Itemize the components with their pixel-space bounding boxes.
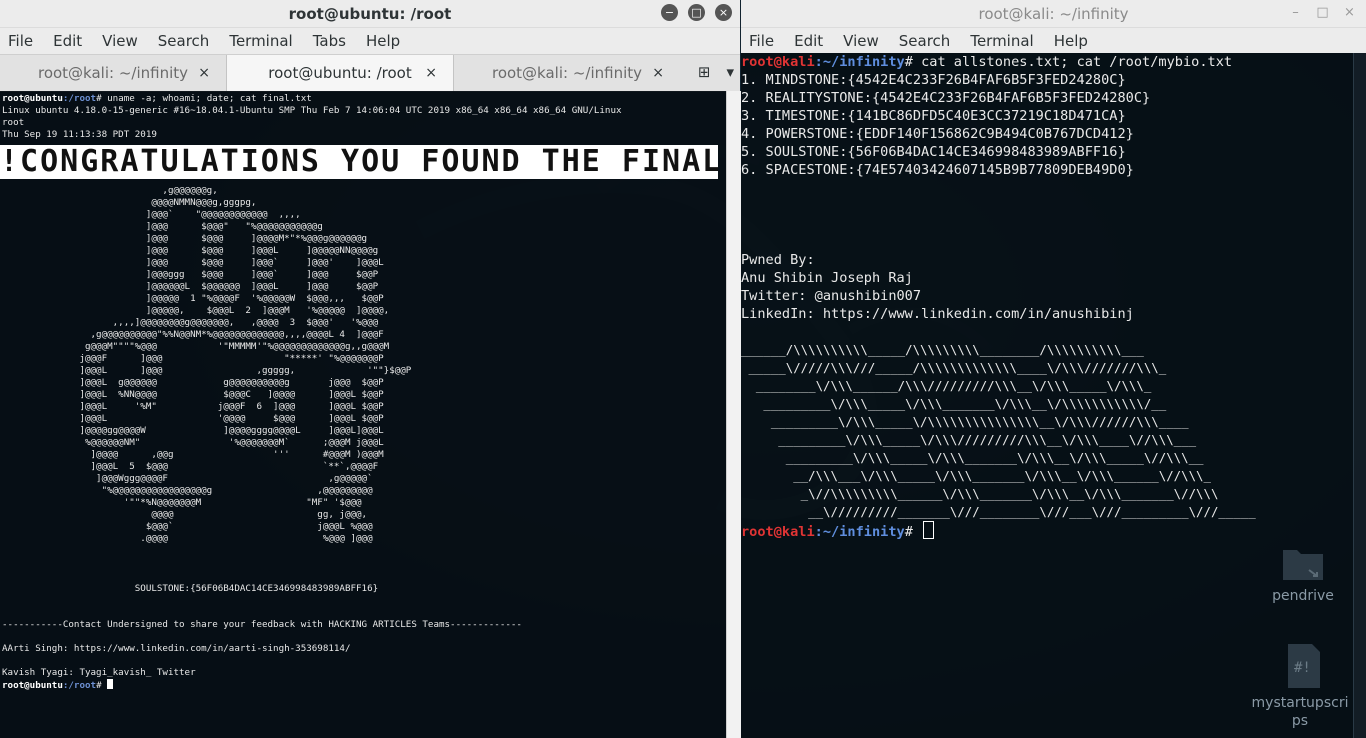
icon-label: pendrive: [1272, 588, 1334, 604]
uname-output: Linux ubuntu 4.18.0-15-generic #16~18.04…: [2, 105, 622, 116]
terminal-window-kali[interactable]: root@kali: ~/infinity – □ × File Edit Vi…: [741, 0, 1366, 53]
tab-ubuntu[interactable]: root@ubuntu: /root ×: [226, 55, 454, 91]
tab-kali-1[interactable]: root@kali: ~/infinity ×: [0, 55, 226, 91]
terminal-text: root@ubuntu:/root# uname -a; whoami; dat…: [0, 91, 726, 141]
bio-line: Pwned By:: [741, 252, 815, 268]
close-button[interactable]: ×: [715, 4, 732, 21]
close-icon[interactable]: ×: [425, 65, 437, 81]
bio-line: Twitter: @anushibin007: [741, 288, 922, 304]
prompt-end: #: [904, 524, 922, 540]
script-icon: #!: [1288, 644, 1320, 688]
maximize-button[interactable]: □: [688, 4, 705, 21]
close-icon[interactable]: ×: [652, 65, 664, 81]
stone-line: 4. POWERSTONE:{EDDF140F156862C9B494C0B76…: [741, 126, 1134, 142]
window-title: root@kali: ~/infinity: [978, 4, 1129, 23]
stone-line: 6. SPACESTONE:{74E57403424607145B9B77809…: [741, 162, 1134, 178]
new-tab-icon[interactable]: ⊞: [698, 63, 711, 81]
prompt-path: :/root: [62, 93, 97, 104]
scrollbar[interactable]: [726, 91, 741, 738]
scrollbar[interactable]: [1353, 53, 1366, 738]
prompt-user: root@ubuntu: [2, 680, 63, 691]
maximize-button[interactable]: □: [1314, 4, 1331, 21]
prompt-user: root@kali: [741, 524, 815, 540]
menu-edit[interactable]: Edit: [53, 32, 82, 50]
stone-line: 5. SOULSTONE:{56F06B4DAC14CE346998483989…: [741, 144, 1126, 160]
bio-line: Anu Shibin Joseph Raj: [741, 270, 913, 286]
terminal-text: root@kali:~/infinity# cat allstones.txt;…: [741, 53, 1353, 323]
desktop-icon-pendrive[interactable]: pendrive: [1248, 540, 1358, 604]
stone-line: 1. MINDSTONE:{4542E4C233F26B4FAF6B5F3FED…: [741, 72, 1126, 88]
tab-label: root@kali: ~/infinity: [491, 64, 643, 82]
close-icon[interactable]: ×: [198, 65, 210, 81]
window-title: root@ubuntu: /root: [288, 4, 452, 23]
prompt-user: root@ubuntu: [2, 93, 63, 104]
menu-view[interactable]: View: [102, 32, 138, 50]
minimize-button[interactable]: −: [661, 4, 678, 21]
command-text: # cat allstones.txt; cat /root/mybio.txt: [904, 54, 1233, 70]
menu-terminal[interactable]: Terminal: [970, 32, 1033, 50]
tab-label: root@ubuntu: /root: [268, 64, 412, 82]
terminal-output-kali[interactable]: root@kali:~/infinity# cat allstones.txt;…: [741, 53, 1353, 738]
prompt-path: :~/infinity: [814, 54, 905, 70]
menu-search[interactable]: Search: [158, 32, 210, 50]
cursor: [923, 521, 935, 539]
menu-edit[interactable]: Edit: [794, 32, 823, 50]
aarti-line: AArti Singh: https://www.linkedin.com/in…: [2, 643, 351, 654]
prompt-path: :/root: [62, 680, 97, 691]
terminal-footer: SOULSTONE:{56F06B4DAC14CE346998483989ABF…: [0, 581, 726, 692]
date-output: Thu Sep 19 11:13:38 PDT 2019: [2, 129, 157, 140]
close-button[interactable]: ×: [1341, 4, 1358, 21]
menu-file[interactable]: File: [749, 32, 774, 50]
minimize-button[interactable]: –: [1287, 4, 1304, 21]
prompt-end: #: [96, 680, 108, 691]
chevron-down-icon[interactable]: ▾: [726, 63, 734, 81]
menu-help[interactable]: Help: [1054, 32, 1088, 50]
icon-label: mystartupscrips: [1251, 695, 1349, 729]
menu-file[interactable]: File: [8, 32, 33, 50]
menu-view[interactable]: View: [843, 32, 879, 50]
menu-terminal[interactable]: Terminal: [229, 32, 292, 50]
tab-bar: root@kali: ~/infinity × root@ubuntu: /ro…: [0, 55, 740, 92]
command-text: # uname -a; whoami; date; cat final.txt: [96, 93, 312, 104]
menu-help[interactable]: Help: [366, 32, 400, 50]
final-flag-banner: !CONGRATULATIONS YOU FOUND THE FINAL FLA…: [0, 145, 718, 179]
kavish-line: Kavish Tyagi: Tyagi_kavish_ Twitter: [2, 667, 196, 678]
soulstone-line: SOULSTONE:{56F06B4DAC14CE346998483989ABF…: [2, 583, 379, 594]
whoami-output: root: [2, 117, 25, 128]
svg-text:#!: #!: [1294, 660, 1311, 676]
bio-line: LinkedIn: https://www.linkedin.com/in/an…: [741, 306, 1134, 322]
prompt-path: :~/infinity: [814, 524, 905, 540]
menu-bar: File Edit View Search Terminal Help: [741, 28, 1366, 53]
terminal-output-ubuntu[interactable]: root@ubuntu:/root# uname -a; whoami; dat…: [0, 91, 726, 738]
folder-icon: [1283, 550, 1323, 580]
ascii-art: ______/\\\\\\\\\\_____/\\\\\\\\\________…: [741, 342, 1256, 519]
menu-bar: File Edit View Search Terminal Tabs Help: [0, 28, 740, 55]
stone-line: 3. TIMESTONE:{141BC86DFD5C40E3CC37219C18…: [741, 108, 1126, 124]
stone-line: 2. REALITYSTONE:{4542E4C233F26B4FAF6B5F3…: [741, 90, 1151, 106]
prompt-user: root@kali: [741, 54, 815, 70]
menu-tabs[interactable]: Tabs: [313, 32, 346, 50]
cursor: [107, 679, 114, 689]
desktop-icon-mystartupscrips[interactable]: #! mystartupscrips: [1248, 642, 1360, 730]
tab-label: root@kali: ~/infinity: [37, 64, 189, 82]
titlebar[interactable]: root@ubuntu: /root − □ ×: [0, 0, 740, 28]
contact-line: -----------Contact Undersigned to share …: [2, 619, 522, 630]
final-prompt: root@kali:~/infinity#: [741, 521, 1353, 541]
titlebar[interactable]: root@kali: ~/infinity – □ ×: [741, 0, 1366, 28]
ascii-art: ,g@@@@@@g, @@@@NMMN@@@g,gggpg, ]@@@` "@@…: [79, 185, 412, 544]
menu-search[interactable]: Search: [899, 32, 951, 50]
tab-kali-2[interactable]: root@kali: ~/infinity ×: [454, 55, 680, 91]
